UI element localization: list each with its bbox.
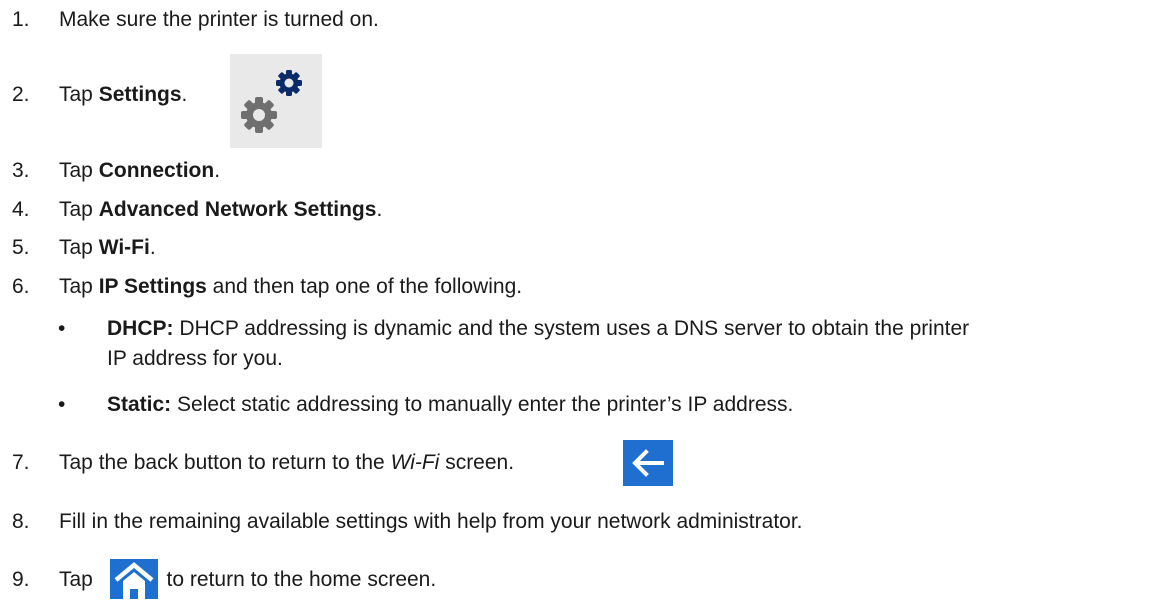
step-text: Tap xyxy=(59,236,99,259)
step-6: 6. Tap IP Settings and then tap one of th… xyxy=(12,272,522,302)
bullet-keyword: Static: xyxy=(107,393,172,416)
step-keyword: Settings xyxy=(98,83,182,106)
step-text: to return to the home screen. xyxy=(160,568,437,591)
step-text: Tap xyxy=(59,275,99,298)
bullet-keyword: DHCP: xyxy=(107,317,174,340)
step-number: 6. xyxy=(12,275,30,298)
step-7: 7. Tap the back button to return to the W… xyxy=(12,448,514,478)
step-number: 9. xyxy=(12,568,30,591)
bullet-text-line: Select static addressing to manually ent… xyxy=(171,393,794,416)
step-number: 7. xyxy=(12,451,30,474)
bullet-text: DHCP: DHCP addressing is dynamic and the… xyxy=(107,314,969,374)
step-keyword: Connection xyxy=(98,159,215,182)
step-text: . xyxy=(149,236,156,259)
step-text: Tap xyxy=(59,198,99,221)
bullet-item-static: • Static: Select static addressing to ma… xyxy=(58,390,1158,422)
step-text: Tap xyxy=(59,159,99,182)
step-2: 2. Tap Settings. xyxy=(12,80,187,110)
step-text: Tap xyxy=(59,568,99,591)
step-text: Tap the back button to return to the xyxy=(59,451,391,474)
step-text: . xyxy=(214,159,221,182)
step-keyword: Wi-Fi xyxy=(98,236,150,259)
step-4: 4. Tap Advanced Network Settings. xyxy=(12,195,382,225)
home-icon xyxy=(110,559,158,599)
bullet-item-dhcp: • DHCP: DHCP addressing is dynamic and t… xyxy=(58,314,1158,384)
step-number: 1. xyxy=(12,8,30,31)
step-8: 8. Fill in the remaining available settin… xyxy=(12,507,803,537)
step-number: 3. xyxy=(12,159,30,182)
step-number: 8. xyxy=(12,510,30,533)
step-text: . xyxy=(181,83,188,106)
step-text: Tap xyxy=(59,83,99,106)
step-number: 5. xyxy=(12,236,30,259)
step-9: 9. Tap to return to the home screen. xyxy=(12,565,436,595)
bullet-marker: • xyxy=(58,317,66,340)
bullet-text-line: IP address for you. xyxy=(107,347,283,370)
bullet-text-line: DHCP addressing is dynamic and the syste… xyxy=(173,317,970,340)
step-5: 5. Tap Wi-Fi. xyxy=(12,233,156,263)
step-keyword: IP Settings xyxy=(98,275,207,298)
step-text: Fill in the remaining available settings… xyxy=(59,510,803,533)
step-3: 3. Tap Connection. xyxy=(12,156,220,186)
step-keyword: Advanced Network Settings xyxy=(98,198,377,221)
step-number: 4. xyxy=(12,198,30,221)
step-screen-name: Wi-Fi xyxy=(390,451,440,474)
step-text: Make sure the printer is turned on. xyxy=(59,8,379,31)
step-text: and then tap one of the following. xyxy=(206,275,523,298)
step-text: . xyxy=(376,198,383,221)
back-arrow-icon xyxy=(623,440,673,486)
step-number: 2. xyxy=(12,83,30,106)
step-text: screen. xyxy=(439,451,515,474)
bullet-text: Static: Select static addressing to manu… xyxy=(107,390,793,420)
bullet-marker: • xyxy=(58,393,66,416)
settings-gears-icon xyxy=(230,54,322,148)
step-1: 1. Make sure the printer is turned on. xyxy=(12,5,379,35)
